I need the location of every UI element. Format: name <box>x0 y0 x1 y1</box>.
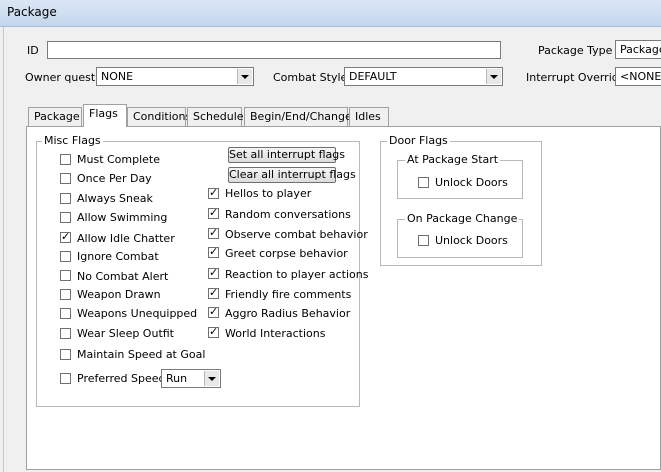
ignore-combat-checkbox[interactable] <box>60 251 71 262</box>
ignore-combat-label: Ignore Combat <box>77 250 159 263</box>
world-interactions-checkbox[interactable] <box>208 325 219 338</box>
hellos-to-player-label: Hellos to player <box>225 187 312 200</box>
chevron-down-icon[interactable] <box>486 69 501 84</box>
door-flags-title: Door Flags <box>387 134 450 147</box>
combat-style-label: Combat Style <box>273 71 348 84</box>
allow-idle-chatter-label: Allow Idle Chatter <box>77 232 175 245</box>
random-conversations-checkbox[interactable] <box>208 206 219 219</box>
no-combat-alert-checkbox[interactable] <box>60 270 71 281</box>
allow-idle-chatter-checkbox[interactable] <box>60 230 71 243</box>
chevron-down-icon[interactable] <box>204 371 219 386</box>
tab-idles[interactable]: Idles <box>349 107 389 126</box>
aggro-radius-label: Aggro Radius Behavior <box>225 307 351 320</box>
id-field[interactable] <box>47 41 501 59</box>
no-combat-alert-label: No Combat Alert <box>77 270 169 283</box>
unlock-doors-change-checkbox[interactable] <box>418 235 429 246</box>
weapon-drawn-label: Weapon Drawn <box>77 288 161 301</box>
owner-quest-dropdown[interactable]: NONE <box>96 67 254 86</box>
world-interactions-label: World Interactions <box>225 327 326 340</box>
on-package-change-title: On Package Change <box>405 212 520 225</box>
always-sneak-label: Always Sneak <box>77 192 153 205</box>
weapons-unequipped-checkbox[interactable] <box>60 308 71 319</box>
clear-all-interrupt-flags-button[interactable]: Clear all interrupt flags <box>228 167 356 183</box>
allow-swimming-label: Allow Swimming <box>77 211 168 224</box>
reaction-to-player-checkbox[interactable] <box>208 266 219 279</box>
observe-combat-label: Observe combat behavior <box>225 228 368 241</box>
misc-flags-title: Misc Flags <box>42 134 103 147</box>
interrupt-override-label: Interrupt Override <box>526 71 626 84</box>
hellos-to-player-checkbox[interactable] <box>208 186 219 199</box>
tab-conditions[interactable]: Conditions <box>127 107 191 126</box>
id-label: ID <box>27 44 39 57</box>
window-title: Package <box>7 5 57 19</box>
package-type-dropdown[interactable]: Package <box>615 40 661 59</box>
once-per-day-checkbox[interactable] <box>60 173 71 184</box>
weapon-drawn-checkbox[interactable] <box>60 289 71 300</box>
friendly-fire-checkbox[interactable] <box>208 286 219 299</box>
chevron-down-icon[interactable] <box>237 69 252 84</box>
weapons-unequipped-label: Weapons Unequipped <box>77 307 198 320</box>
tab-begin-end-change[interactable]: Begin/End/Change <box>244 107 352 126</box>
once-per-day-label: Once Per Day <box>77 172 152 185</box>
preferred-speed-dropdown[interactable]: Run <box>161 369 221 388</box>
preferred-speed-label: Preferred Speed <box>77 372 166 385</box>
must-complete-checkbox[interactable] <box>60 154 71 165</box>
friendly-fire-label: Friendly fire comments <box>225 288 352 301</box>
greet-corpse-checkbox[interactable] <box>208 245 219 258</box>
reaction-to-player-label: Reaction to player actions <box>225 268 369 281</box>
must-complete-label: Must Complete <box>77 153 161 166</box>
unlock-doors-change-label: Unlock Doors <box>435 234 508 247</box>
tab-package[interactable]: Package <box>28 107 82 126</box>
allow-swimming-checkbox[interactable] <box>60 212 71 223</box>
random-conversations-label: Random conversations <box>225 208 351 221</box>
always-sneak-checkbox[interactable] <box>60 193 71 204</box>
maintain-speed-label: Maintain Speed at Goal <box>77 348 206 361</box>
wear-sleep-outfit-label: Wear Sleep Outfit <box>77 327 174 340</box>
tab-schedule[interactable]: Schedule <box>187 107 244 126</box>
tab-flags[interactable]: Flags <box>83 104 127 127</box>
set-all-interrupt-flags-button[interactable]: Set all interrupt flags <box>228 147 345 163</box>
greet-corpse-label: Greet corpse behavior <box>225 247 348 260</box>
wear-sleep-outfit-checkbox[interactable] <box>60 328 71 339</box>
unlock-doors-start-checkbox[interactable] <box>418 177 429 188</box>
aggro-radius-checkbox[interactable] <box>208 305 219 318</box>
preferred-speed-checkbox[interactable] <box>60 373 71 384</box>
interrupt-override-dropdown[interactable]: <NONE> <box>615 67 661 86</box>
title-bar <box>0 0 661 27</box>
at-package-start-title: At Package Start <box>405 153 501 166</box>
package-type-label: Package Type <box>538 44 613 57</box>
unlock-doors-start-label: Unlock Doors <box>435 176 508 189</box>
combat-style-dropdown[interactable]: DEFAULT <box>344 67 503 86</box>
maintain-speed-checkbox[interactable] <box>60 349 71 360</box>
owner-quest-label: Owner quest <box>25 71 96 84</box>
observe-combat-checkbox[interactable] <box>208 226 219 239</box>
